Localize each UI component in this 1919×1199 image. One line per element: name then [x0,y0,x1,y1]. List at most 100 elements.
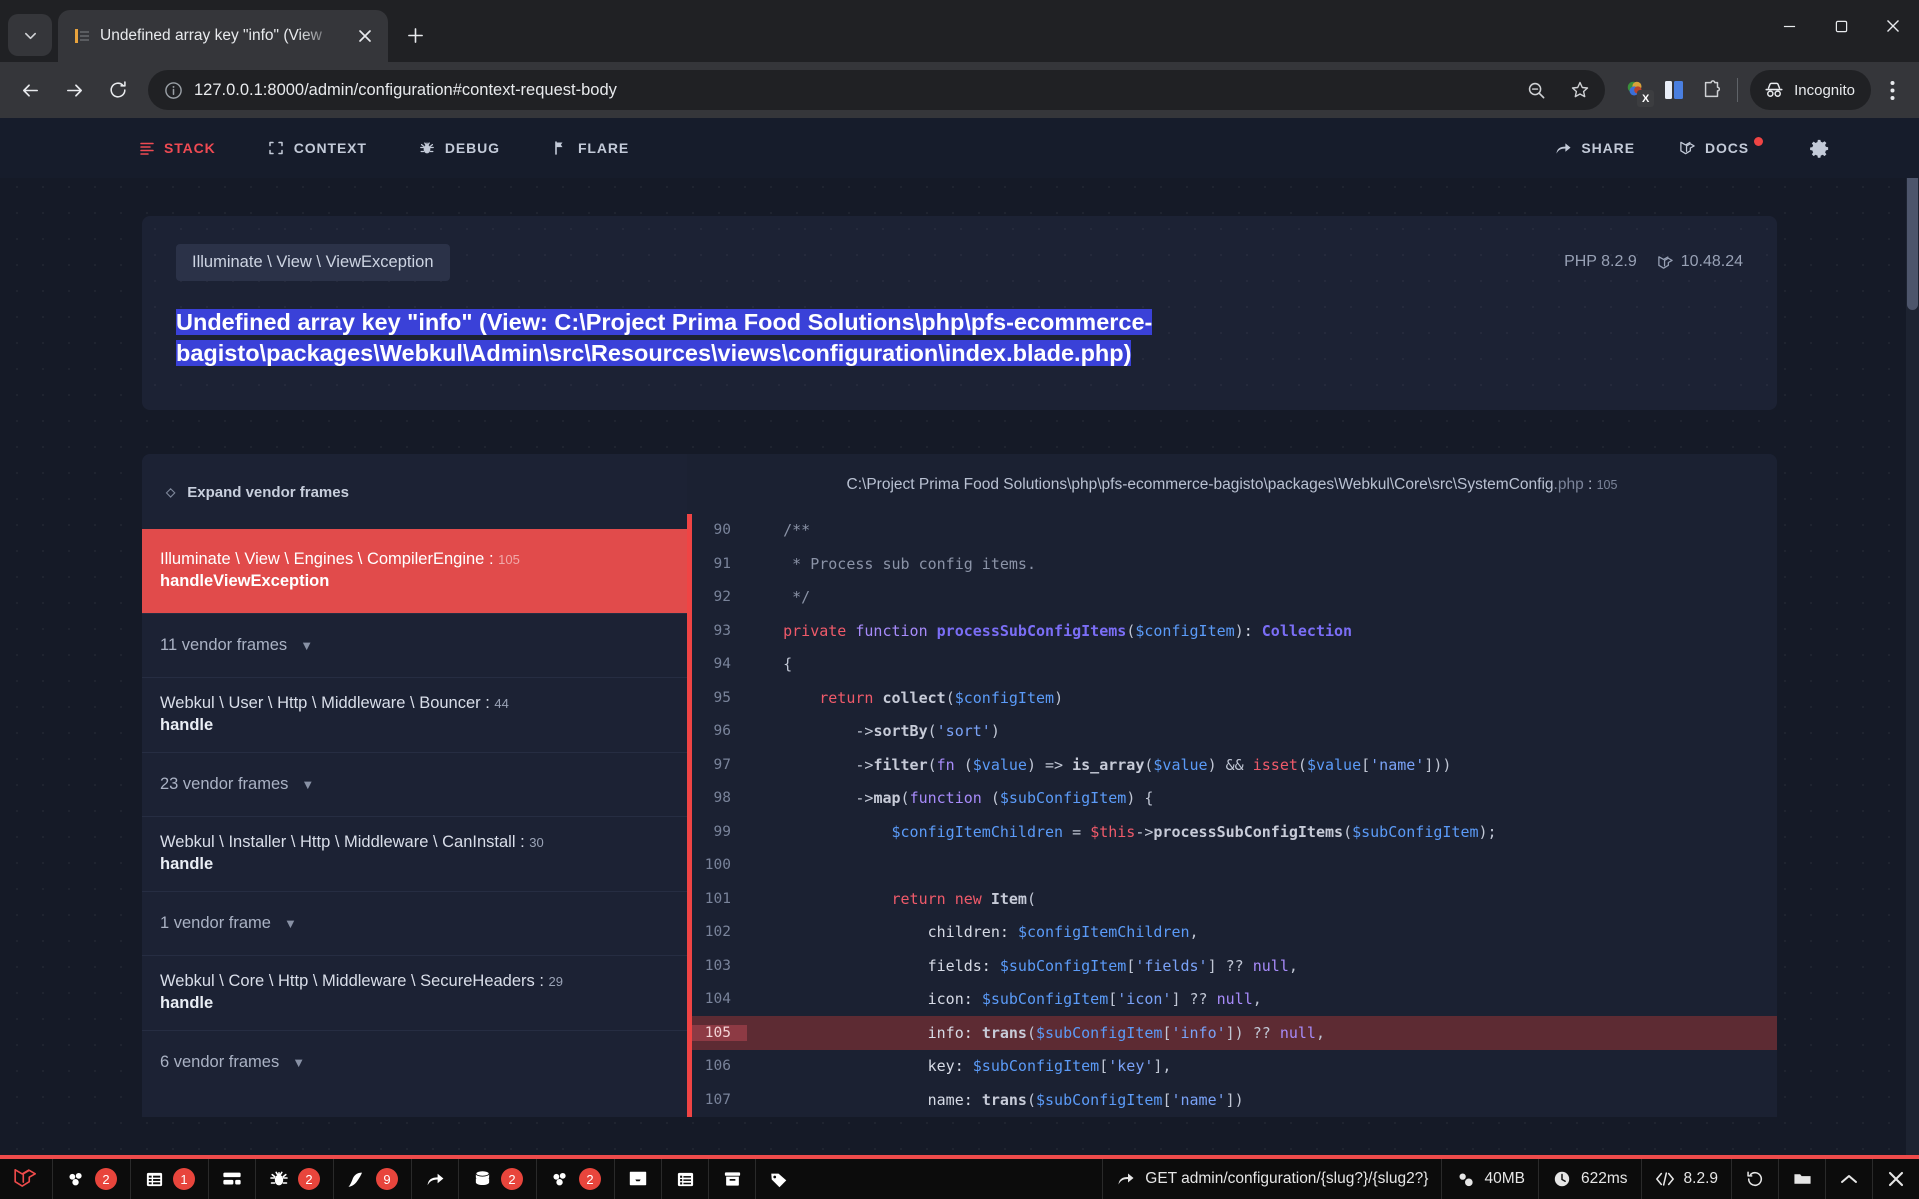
debugbar-items: 2 1 2 9 2 2 [52,1159,802,1199]
debugbar-item-database[interactable]: 2 [458,1159,536,1199]
debugbar-badge: 2 [501,1168,523,1190]
debugbar-item-view[interactable] [208,1159,255,1199]
stack-frame[interactable]: Webkul \ User \ Http \ Middleware \ Boun… [142,676,687,752]
new-tab-button[interactable] [396,16,434,54]
debugbar-open-button[interactable] [1778,1159,1825,1199]
cache-icon [722,1169,742,1189]
stack-frame-active[interactable]: Illuminate \ View \ Engines \ CompilerEn… [142,528,687,613]
reload-button[interactable] [98,70,138,110]
browser-toolbar: 127.0.0.1:8000/admin/configuration#conte… [0,62,1919,118]
nav-tab-debug[interactable]: DEBUG [419,140,500,157]
window-maximize-button[interactable] [1815,0,1867,52]
debugbar-item-tag[interactable] [755,1159,802,1199]
code-line-source: /** [783,521,811,540]
code-lines[interactable]: 90 /** 91 * Process sub config items. 92 *… [687,513,1777,1117]
extensions-puzzle-icon[interactable] [1699,77,1725,103]
vendor-frames-toggle[interactable]: 1 vendor frame ▼ [142,890,687,955]
debugbar-close-button[interactable] [1872,1159,1919,1199]
forward-button[interactable] [54,70,94,110]
code-line: 104 icon: $subConfigItem['icon'] ?? null… [687,983,1777,1017]
code-icon [1655,1169,1675,1189]
tab-search-button[interactable] [8,14,52,56]
frame-class: Webkul \ Core \ Http \ Middleware \ Secu… [160,971,564,990]
error-rail [687,513,692,1117]
chevron-down-icon: ▼ [301,776,315,792]
zoom-out-icon[interactable] [1519,73,1553,107]
bookmark-star-icon[interactable] [1563,73,1597,107]
exception-header: Illuminate \ View \ ViewException PHP 8.… [176,244,1743,281]
tab-close-button[interactable] [352,23,378,49]
context-icon [268,140,285,157]
extension-colorpicker-icon[interactable]: X [1623,77,1655,107]
laravel-logo-icon[interactable] [0,1166,52,1192]
address-bar[interactable]: 127.0.0.1:8000/admin/configuration#conte… [148,70,1606,110]
stack-frame[interactable]: Webkul \ Installer \ Http \ Middleware \… [142,815,687,891]
code-line-source: name: trans($subConfigItem['name']) [927,1090,1244,1109]
code-line: 90 /** [687,514,1777,548]
debugbar-badge: 9 [376,1168,398,1190]
debugbar-item-redirect[interactable] [411,1159,458,1199]
nav-tab-flare-label: FLARE [577,140,630,156]
debugbar-item-list[interactable] [661,1159,708,1199]
tag-icon [769,1169,789,1189]
close-icon [359,30,371,42]
debugbar-item-mail[interactable] [614,1159,661,1199]
back-button[interactable] [10,70,50,110]
debugbar-item-table[interactable]: 1 [130,1159,208,1199]
debugbar-route[interactable]: GET admin/configuration/{slug?}/{slug2?} [1102,1159,1441,1199]
flare-navigation: STACK CONTEXT DEBUG FLARE SHARE DOCS [0,118,1919,178]
flare-error-page: STACK CONTEXT DEBUG FLARE SHARE DOCS Ill… [0,118,1919,1155]
code-line-number: 95 [713,689,731,706]
debugbar-item-models[interactable]: 2 [536,1159,614,1199]
debugbar-item-bug[interactable]: 2 [255,1159,333,1199]
debugbar-collapse-button[interactable] [1825,1159,1872,1199]
vendor-frames-toggle[interactable]: 11 vendor frames ▼ [142,612,687,677]
chrome-menu-button[interactable] [1875,70,1909,110]
browser-tab[interactable]: Undefined array key "info" (View [58,10,388,62]
flare-icon [552,140,569,157]
vendor-frames-toggle[interactable]: 23 vendor frames ▼ [142,751,687,816]
share-button[interactable]: SHARE [1555,140,1635,157]
stack-frame[interactable]: Webkul \ Core \ Http \ Middleware \ Secu… [142,954,687,1030]
code-line-number: 90 [713,522,731,539]
frame-class-text: Illuminate \ View \ Engines \ CompilerEn… [160,549,485,568]
debugbar-php[interactable]: 8.2.9 [1640,1159,1731,1199]
debugbar-history-button[interactable] [1731,1159,1778,1199]
window-close-button[interactable] [1867,0,1919,52]
docs-button[interactable]: DOCS [1679,137,1763,157]
debugbar-route-label: GET admin/configuration/{slug?}/{slug2?} [1145,1170,1429,1187]
debugbar-item-cache[interactable] [708,1159,755,1199]
debugbar-right: GET admin/configuration/{slug?}/{slug2?}… [1102,1159,1919,1199]
code-line: 98 ->map(function ($subConfigItem) { [687,782,1777,816]
nav-tab-stack[interactable]: STACK [138,140,216,157]
code-line: 96 ->sortBy('sort') [687,715,1777,749]
code-line: 91 * Process sub config items. [687,547,1777,581]
debugbar-time[interactable]: 622ms [1537,1159,1641,1199]
window-minimize-button[interactable] [1763,0,1815,52]
debugbar-badge: 2 [298,1168,320,1190]
vendor-frames-label: 23 vendor frames [160,774,289,793]
expand-vendor-frames-button[interactable]: ◇ Expand vendor frames [160,480,355,505]
debugbar-item-messages[interactable]: 2 [52,1159,130,1199]
share-icon [1555,140,1572,157]
reload-icon [110,81,126,98]
settings-button[interactable] [1807,136,1831,160]
frame-method: handleViewException [160,571,330,590]
flare-nav-left: STACK CONTEXT DEBUG FLARE [138,140,629,157]
vendor-frames-toggle[interactable]: 6 vendor frames ▼ [142,1029,687,1094]
models-icon [550,1169,570,1189]
nav-tab-flare[interactable]: FLARE [552,140,629,157]
incognito-indicator[interactable]: Incognito [1750,70,1871,110]
debugbar-memory[interactable]: 40MB [1441,1159,1538,1199]
code-line-source: children: $configItemChildren, [927,923,1199,942]
code-line-error: 105 info: trans($subConfigItem['info']) … [687,1016,1777,1050]
debugbar-item-route[interactable]: 9 [333,1159,411,1199]
site-info-icon[interactable] [162,79,184,101]
code-line-number: 101 [704,890,731,907]
arrow-left-icon [22,83,38,97]
extension-reader-icon[interactable] [1661,77,1687,103]
view-icon [222,1169,242,1189]
code-line: 101 return new Item( [687,882,1777,916]
frame-line: 105 [498,551,520,567]
nav-tab-context[interactable]: CONTEXT [268,140,367,157]
